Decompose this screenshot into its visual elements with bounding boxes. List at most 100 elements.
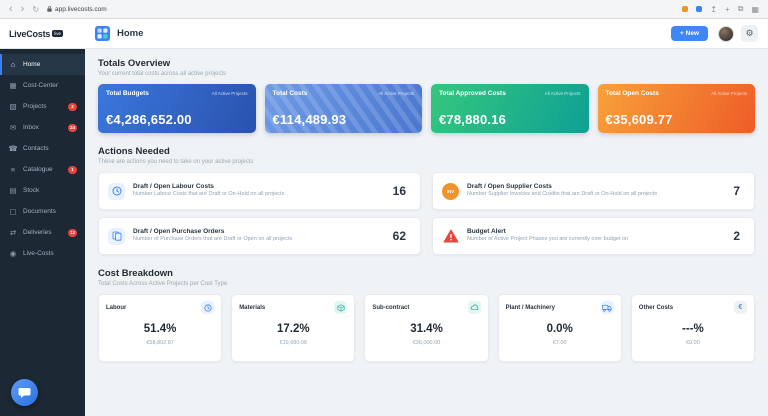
sidebar-item-label: Inbox <box>23 124 39 131</box>
cloud-icon <box>468 301 481 314</box>
card-label: Total Approved Costs <box>439 90 506 97</box>
brand-logo[interactable]: LiveCosts live <box>0 29 85 39</box>
sidebar-item-label: Cost-Center <box>23 82 58 89</box>
sidebar-item-label: Contacts <box>23 145 49 152</box>
refresh-icon[interactable]: ↻ <box>32 5 39 14</box>
page-title: Home <box>117 28 143 39</box>
sidebar-item-label: Deliveries <box>23 229 52 236</box>
breakdown-title: Plant / Machinery <box>506 305 555 311</box>
card-value: €114,489.93 <box>273 112 415 127</box>
app-body: ⌂ Home ▦ Cost-Center ▧ Projects 2 ✉ Inbo… <box>0 49 768 416</box>
actions-cards: Draft / Open Labour Costs Number Labour … <box>98 172 755 255</box>
labour-costs-action-card: Draft / Open Labour Costs Number Labour … <box>98 172 421 210</box>
card-value: €35,609.77 <box>606 112 748 127</box>
browser-window: ‹ › ↻ app.livecosts.com ↥ + ⧉ ▦ LiveCost… <box>0 0 768 416</box>
settings-gear-icon[interactable]: ⚙ <box>741 25 758 42</box>
sidebar-item-label: Home <box>23 61 40 68</box>
materials-box-icon <box>334 301 347 314</box>
card-value: €4,286,652.00 <box>106 112 248 127</box>
clock-icon <box>108 183 125 200</box>
sidebar-item-cost-center[interactable]: ▦ Cost-Center <box>0 75 85 96</box>
sidebar-item-documents[interactable]: ▢ Documents <box>0 201 85 222</box>
breakdown-amount: €0.00 <box>639 340 747 346</box>
sidebar-item-projects[interactable]: ▧ Projects 2 <box>0 96 85 117</box>
totals-cards: Total Budgets All Active Projects €4,286… <box>98 84 755 133</box>
documents-icon: ▢ <box>8 207 18 216</box>
actions-section-subtitle: These are actions you need to take on yo… <box>98 159 755 165</box>
card-meta: All Active Projects <box>545 91 581 96</box>
truck-icon <box>601 301 614 314</box>
address-bar[interactable]: app.livecosts.com <box>47 6 107 13</box>
apps-grid-icon[interactable]: ▦ <box>751 5 759 14</box>
labour-breakdown-card: Labour 51.4% €58,802.87 <box>98 294 222 362</box>
breakdown-title: Other Costs <box>639 305 673 311</box>
card-meta: All Active Projects <box>378 91 414 96</box>
projects-badge: 2 <box>68 103 77 111</box>
sidebar-item-label: Stock <box>23 187 39 194</box>
contacts-icon: ☎ <box>8 144 18 153</box>
total-costs-card: Total Costs All Active Projects €114,489… <box>265 84 423 133</box>
sidebar-item-stock[interactable]: ▤ Stock <box>0 180 85 201</box>
brand-tag: live <box>52 30 63 37</box>
home-icon: ⌂ <box>8 60 18 69</box>
action-description: Number Labour Costs that are Draft or On… <box>133 191 385 198</box>
breakdown-amount: €58,802.87 <box>106 340 214 346</box>
clock-icon <box>201 301 214 314</box>
card-meta: All Active Projects <box>212 91 248 96</box>
tabs-icon[interactable]: ⧉ <box>738 4 744 14</box>
user-avatar[interactable] <box>718 26 734 42</box>
card-meta: All Active Projects <box>711 91 747 96</box>
browser-actions: ↥ + ⧉ ▦ <box>682 4 759 14</box>
share-icon[interactable]: ↥ <box>710 5 717 14</box>
warning-triangle-icon <box>442 228 459 245</box>
documents-copy-icon <box>108 228 125 245</box>
main-content: Totals Overview Your current total costs… <box>85 49 768 416</box>
sidebar-item-catalogue[interactable]: ≡ Catalogue 1 <box>0 159 85 180</box>
live-costs-icon: ◉ <box>8 249 18 258</box>
totals-section-subtitle: Your current total costs across all acti… <box>98 71 755 77</box>
extension-icon-1[interactable] <box>682 6 688 12</box>
card-label: Total Costs <box>273 90 308 97</box>
chat-bubble-button[interactable] <box>11 379 38 406</box>
breakdown-title: Materials <box>239 305 265 311</box>
sidebar-item-label: Live-Costs <box>23 250 54 257</box>
action-count: 2 <box>733 229 740 243</box>
forward-icon[interactable]: › <box>21 4 25 15</box>
sidebar-item-inbox[interactable]: ✉ Inbox 24 <box>0 117 85 138</box>
breakdown-cards: Labour 51.4% €58,802.87 Materials <box>98 294 755 362</box>
sidebar-item-label: Projects <box>23 103 46 110</box>
sidebar-item-live-costs[interactable]: ◉ Live-Costs <box>0 243 85 264</box>
action-count: 7 <box>733 184 740 198</box>
new-tab-icon[interactable]: + <box>725 5 730 14</box>
other-costs-breakdown-card: Other Costs € ---% €0.00 <box>631 294 755 362</box>
action-title: Budget Alert <box>467 228 725 235</box>
back-icon[interactable]: ‹ <box>9 4 13 15</box>
extension-icon-2[interactable] <box>696 6 702 12</box>
breakdown-title: Labour <box>106 305 126 311</box>
new-button[interactable]: + New <box>671 26 708 41</box>
action-description: Number of Purchase Orders that are Draft… <box>133 236 385 243</box>
cost-center-icon: ▦ <box>8 81 18 90</box>
card-label: Total Open Costs <box>606 90 659 97</box>
breakdown-title: Sub-contract <box>372 305 409 311</box>
sidebar-item-label: Documents <box>23 208 56 215</box>
budget-alert-action-card: Budget Alert Number of Active Project Ph… <box>432 217 755 255</box>
sidebar-item-home[interactable]: ⌂ Home <box>0 54 85 75</box>
inbox-icon: ✉ <box>8 123 18 132</box>
deliveries-icon: ⇄ <box>8 228 18 237</box>
actions-section-title: Actions Needed <box>98 146 755 157</box>
sidebar-item-deliveries[interactable]: ⇄ Deliveries 12 <box>0 222 85 243</box>
browser-toolbar: ‹ › ↻ app.livecosts.com ↥ + ⧉ ▦ <box>0 0 768 19</box>
brand-name: LiveCosts <box>9 29 50 39</box>
plant-machinery-breakdown-card: Plant / Machinery 0.0% €7.00 <box>498 294 622 362</box>
sub-contract-breakdown-card: Sub-contract 31.4% €36,000.00 <box>364 294 488 362</box>
action-title: Draft / Open Supplier Costs <box>467 183 725 190</box>
sidebar-item-contacts[interactable]: ☎ Contacts <box>0 138 85 159</box>
materials-breakdown-card: Materials 17.2% €19,680.06 <box>231 294 355 362</box>
supplier-costs-action-card: INV Draft / Open Supplier Costs Number S… <box>432 172 755 210</box>
padlock-icon <box>47 6 52 12</box>
catalogue-badge: 1 <box>68 166 77 174</box>
action-count: 62 <box>393 229 406 243</box>
totals-section-title: Totals Overview <box>98 58 755 69</box>
breakdown-amount: €19,680.06 <box>239 340 347 346</box>
